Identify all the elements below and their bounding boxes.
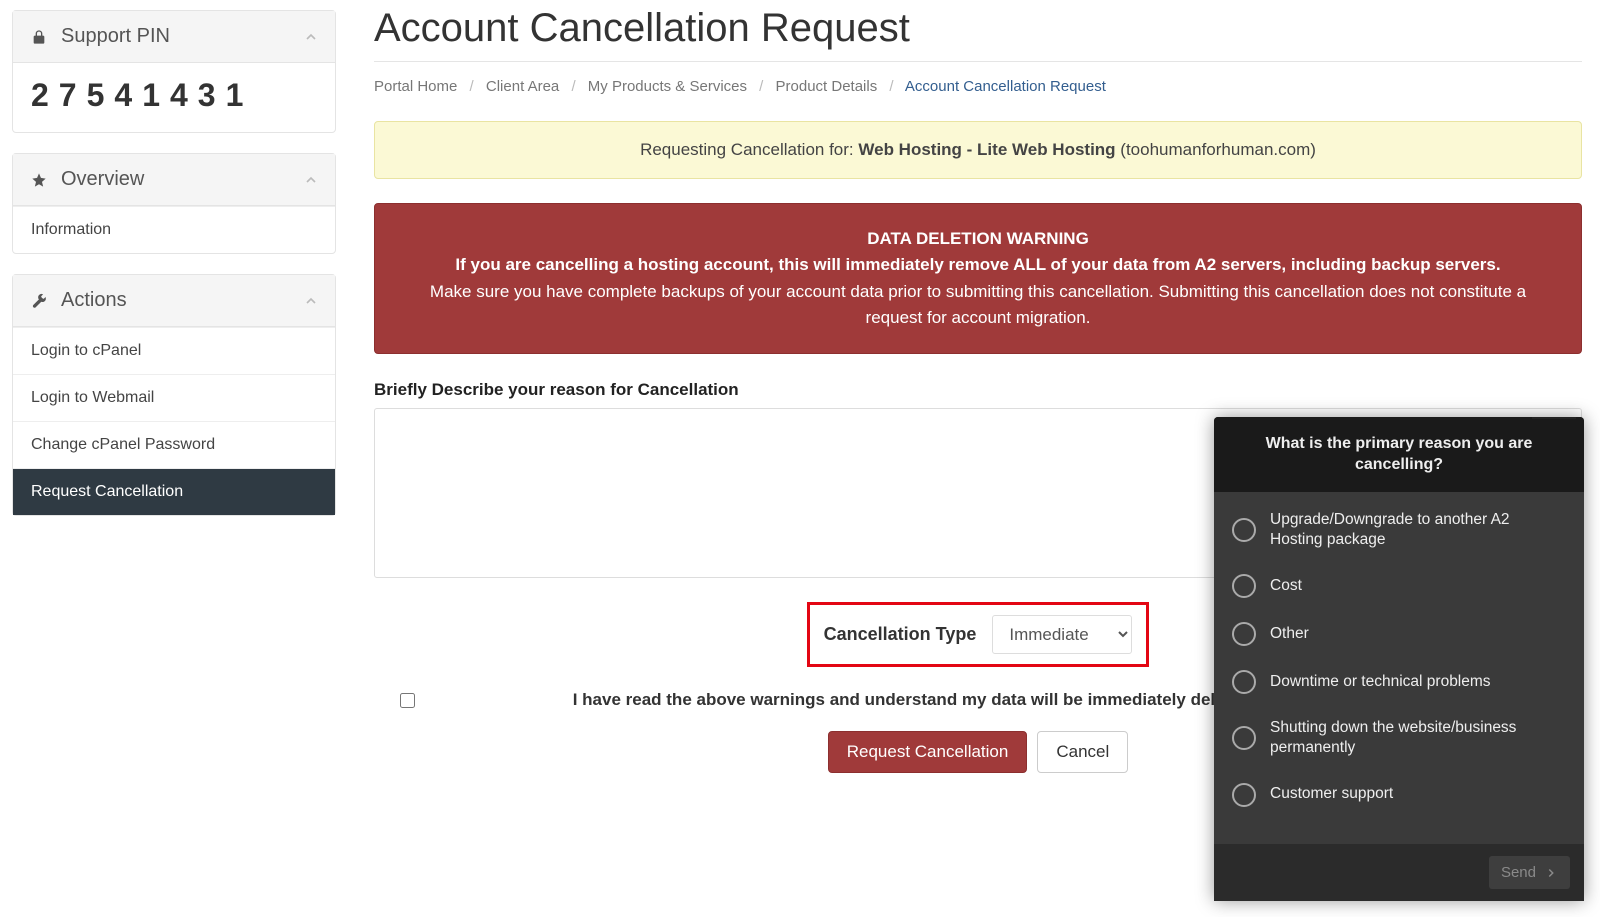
survey-option[interactable]: Customer support [1214,771,1584,819]
warning-line2: Make sure you have complete backups of y… [430,282,1526,327]
chevron-up-icon [303,293,319,309]
info-banner: Requesting Cancellation for: Web Hosting… [374,121,1582,179]
survey-send-button[interactable]: Send [1489,856,1570,889]
survey-question: What is the primary reason you are cance… [1214,417,1584,492]
crumb-product-details[interactable]: Product Details [776,78,878,95]
survey-option-label: Shutting down the website/business perma… [1270,718,1566,758]
actions-panel: Actions Login to cPanel Login to Webmail… [12,274,336,516]
cancel-button[interactable]: Cancel [1037,731,1128,773]
radio-icon [1232,622,1256,646]
survey-collapse-toggle[interactable] [1532,417,1576,419]
lock-icon [31,29,53,45]
survey-option-label: Customer support [1270,784,1393,804]
warning-title: DATA DELETION WARNING [403,226,1553,252]
survey-option-label: Upgrade/Downgrade to another A2 Hosting … [1270,510,1566,550]
actions-heading[interactable]: Actions [13,275,335,327]
survey-options-list[interactable]: Upgrade/Downgrade to another A2 Hosting … [1214,492,1584,844]
info-suffix: (toohumanforhuman.com) [1116,140,1316,159]
overview-title: Overview [61,168,144,191]
action-request-cancellation[interactable]: Request Cancellation [13,468,335,515]
crumb-current: Account Cancellation Request [905,78,1106,95]
warning-line1: If you are cancelling a hosting account,… [403,252,1553,278]
radio-icon [1232,574,1256,598]
chevron-up-icon [303,172,319,188]
survey-option[interactable]: Other [1214,610,1584,658]
support-pin-value: 27541431 [13,63,335,132]
survey-option[interactable]: Upgrade/Downgrade to another A2 Hosting … [1214,498,1584,562]
action-login-webmail[interactable]: Login to Webmail [13,374,335,421]
chevron-up-icon [303,29,319,45]
survey-popup: What is the primary reason you are cance… [1214,417,1584,901]
radio-icon [1232,783,1256,807]
overview-item-information[interactable]: Information [13,206,335,253]
crumb-portal-home[interactable]: Portal Home [374,78,457,95]
acknowledgement-checkbox[interactable] [400,693,415,708]
cancellation-type-highlight: Cancellation Type Immediate [807,602,1150,667]
star-icon [31,172,53,188]
survey-option-label: Other [1270,624,1309,644]
chevron-right-icon [1544,866,1558,880]
crumb-products[interactable]: My Products & Services [588,78,747,95]
action-login-cpanel[interactable]: Login to cPanel [13,327,335,374]
survey-option-label: Downtime or technical problems [1270,672,1491,692]
actions-title: Actions [61,289,127,312]
radio-icon [1232,670,1256,694]
support-pin-panel: Support PIN 27541431 [12,10,336,133]
page-title: Account Cancellation Request [374,0,1582,62]
main-content: Account Cancellation Request Portal Home… [346,0,1600,917]
overview-panel: Overview Information [12,153,336,254]
reason-label: Briefly Describe your reason for Cancell… [374,380,1582,400]
survey-option[interactable]: Cost [1214,562,1584,610]
cancellation-type-select[interactable]: Immediate [992,615,1132,654]
survey-option[interactable]: Shutting down the website/business perma… [1214,706,1584,770]
info-prefix: Requesting Cancellation for: [640,140,858,159]
request-cancellation-button[interactable]: Request Cancellation [828,731,1028,773]
sidebar: Support PIN 27541431 Overview Informatio… [0,0,346,917]
cancellation-type-label: Cancellation Type [824,624,977,645]
survey-option-label: Cost [1270,576,1302,596]
action-change-password[interactable]: Change cPanel Password [13,421,335,468]
radio-icon [1232,726,1256,750]
survey-option[interactable]: Downtime or technical problems [1214,658,1584,706]
send-label: Send [1501,864,1536,881]
warning-banner: DATA DELETION WARNING If you are cancell… [374,203,1582,354]
support-pin-heading[interactable]: Support PIN [13,11,335,63]
overview-heading[interactable]: Overview [13,154,335,206]
wrench-icon [31,293,53,309]
radio-icon [1232,518,1256,542]
survey-footer: Send [1214,844,1584,901]
info-product: Web Hosting - Lite Web Hosting [858,140,1115,159]
crumb-client-area[interactable]: Client Area [486,78,559,95]
breadcrumb: Portal Home / Client Area / My Products … [374,78,1582,95]
support-pin-title: Support PIN [61,25,170,48]
